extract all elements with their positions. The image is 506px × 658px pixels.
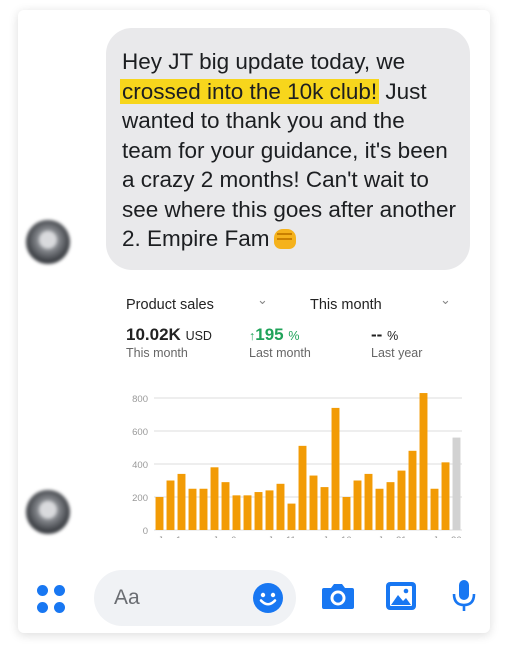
bar bbox=[177, 473, 186, 530]
bar bbox=[375, 488, 384, 530]
bar bbox=[430, 488, 439, 530]
message-text-end: Just wanted to thank you and the team fo… bbox=[122, 78, 456, 252]
photo-icon[interactable] bbox=[384, 580, 418, 612]
bar bbox=[408, 450, 417, 530]
message-bubble[interactable]: Hey JT big update today, we crossed into… bbox=[106, 28, 470, 270]
bar bbox=[254, 492, 263, 530]
bar bbox=[342, 497, 351, 530]
bar bbox=[155, 497, 164, 530]
bar bbox=[331, 407, 340, 530]
bar bbox=[353, 480, 362, 530]
x-tick-label: Jan 1 bbox=[158, 535, 181, 538]
y-tick-label: 400 bbox=[132, 460, 148, 471]
x-tick-label: Jan 26 bbox=[433, 535, 462, 538]
bar bbox=[397, 470, 406, 530]
x-tick-label: Jan 6 bbox=[213, 535, 236, 538]
bar bbox=[386, 482, 395, 530]
y-tick-label: 600 bbox=[132, 427, 148, 438]
bar bbox=[441, 462, 450, 530]
message-text-start: Hey JT big update today, we bbox=[122, 49, 406, 74]
bar bbox=[232, 495, 241, 530]
x-tick-label: Jan 21 bbox=[378, 535, 407, 538]
microphone-icon[interactable] bbox=[451, 578, 477, 614]
bar bbox=[419, 393, 428, 530]
x-tick-label: Jan 11 bbox=[268, 535, 296, 538]
sales-bar-chart: 0 200 400 600 800 Jan 1 Jan 6 Jan 11 Jan 16 Jan 2… bbox=[132, 393, 462, 538]
avatar[interactable] bbox=[26, 220, 70, 264]
bar bbox=[265, 490, 274, 530]
bar bbox=[210, 467, 219, 530]
bar bbox=[287, 503, 296, 530]
analytics-screenshot[interactable]: Product sales ⌄ This month ⌄ 10.02K USD … bbox=[106, 286, 488, 538]
bar bbox=[309, 475, 318, 530]
message-highlight: crossed into the 10k club! bbox=[120, 78, 380, 104]
message-input-placeholder: Aa bbox=[114, 586, 140, 609]
bar bbox=[298, 445, 307, 530]
fist-emoji-icon bbox=[273, 229, 296, 249]
bar bbox=[320, 487, 329, 530]
bar bbox=[243, 495, 252, 530]
projected-bar bbox=[452, 437, 461, 530]
bar bbox=[221, 482, 230, 530]
message-input[interactable]: Aa bbox=[94, 570, 296, 626]
bar bbox=[188, 488, 197, 530]
smile-icon[interactable] bbox=[252, 582, 284, 614]
y-tick-label: 0 bbox=[143, 526, 148, 537]
bar bbox=[364, 473, 373, 530]
apps-icon[interactable] bbox=[37, 585, 67, 615]
x-tick-label: Jan 16 bbox=[323, 535, 352, 538]
avatar[interactable] bbox=[26, 490, 70, 534]
bar bbox=[199, 488, 208, 530]
y-tick-label: 200 bbox=[132, 493, 148, 504]
message-composer: Aa bbox=[18, 562, 490, 632]
bar bbox=[276, 483, 285, 530]
camera-icon[interactable] bbox=[320, 580, 356, 612]
bar bbox=[166, 480, 175, 530]
messenger-conversation: Hey JT big update today, we crossed into… bbox=[18, 10, 490, 633]
y-tick-label: 800 bbox=[132, 394, 148, 405]
